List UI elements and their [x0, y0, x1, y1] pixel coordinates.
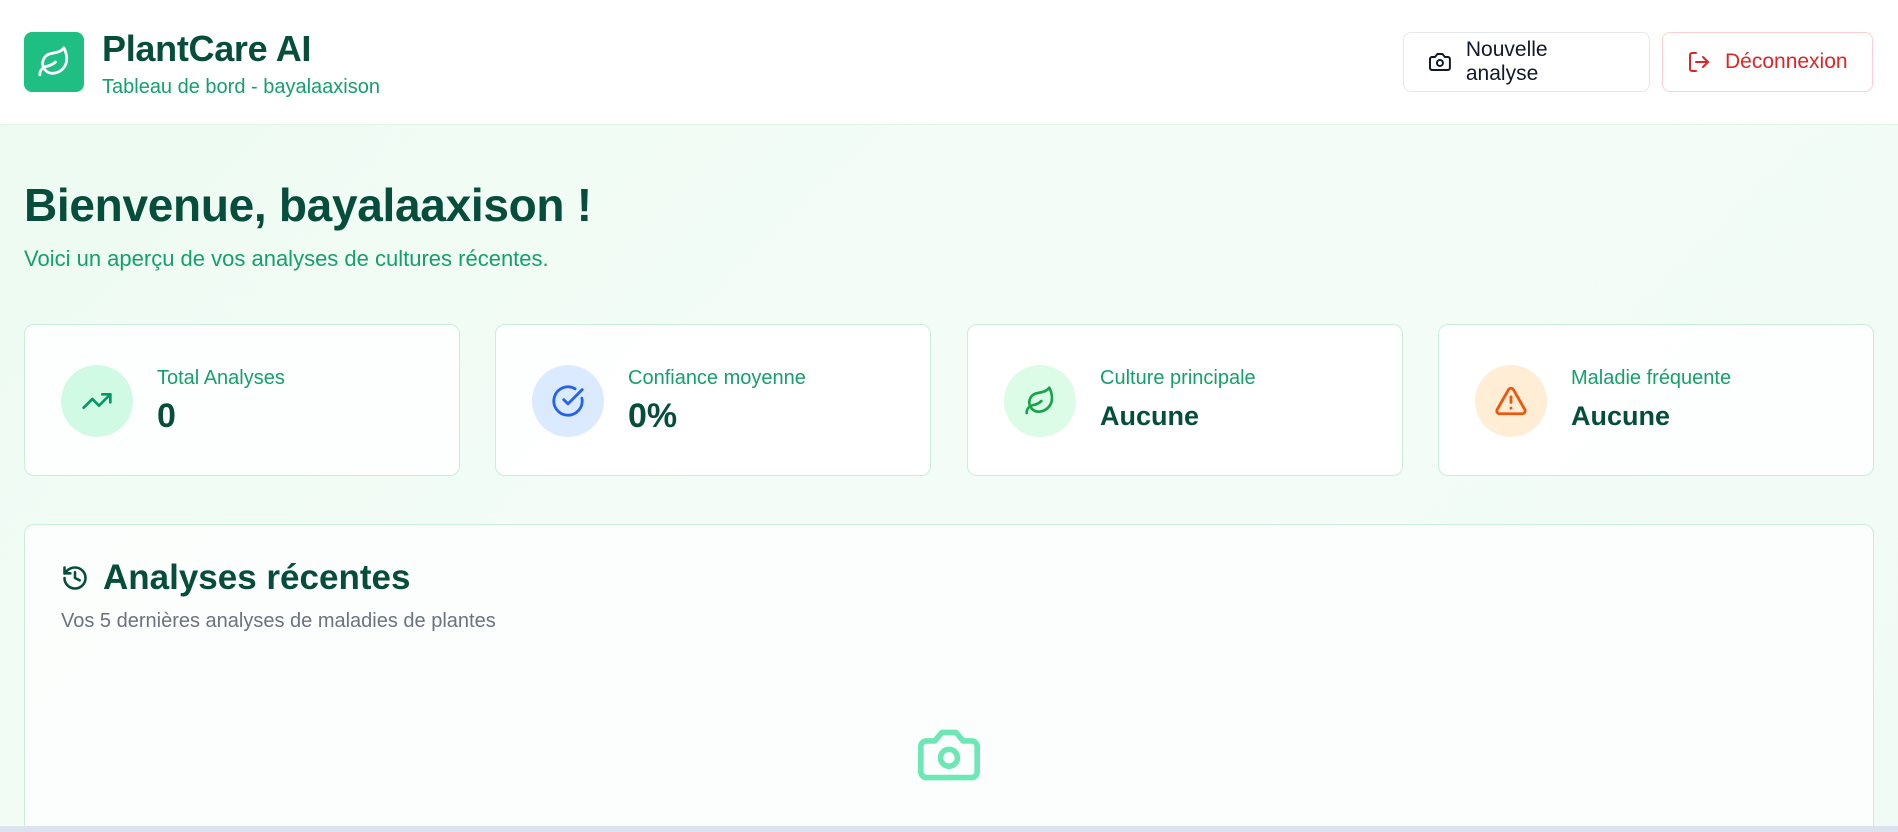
- app-logo: [24, 32, 84, 92]
- camera-icon: [1428, 53, 1451, 71]
- new-analysis-button[interactable]: Nouvelle analyse: [1403, 32, 1650, 92]
- app-title: PlantCare AI: [102, 28, 312, 69]
- stat-label: Culture principale: [1100, 367, 1256, 389]
- top-header: PlantCare AI Tableau de bord - bayalaaxi…: [0, 0, 1898, 125]
- stat-card-average-confidence: Confiance moyenne 0%: [495, 324, 931, 476]
- leaf-icon: [38, 46, 69, 77]
- history-icon: [63, 566, 87, 590]
- welcome-subtitle: Voici un aperçu de vos analyses de cultu…: [24, 246, 549, 271]
- new-analysis-label: Nouvelle analyse: [1465, 38, 1548, 85]
- stat-card-frequent-disease: Maladie fréquente Aucune: [1438, 324, 1874, 476]
- logout-icon: [1689, 52, 1709, 72]
- check-circle-icon: [552, 385, 584, 417]
- alert-triangle-icon: [1495, 386, 1527, 416]
- stat-icon-circle: [1004, 365, 1076, 437]
- stat-icon-circle: [61, 365, 133, 437]
- logout-button[interactable]: Déconnexion: [1662, 32, 1873, 92]
- recent-analyses-title: Analyses récentes: [103, 558, 411, 597]
- app-subtitle: Tableau de bord - bayalaaxison: [102, 76, 380, 98]
- stat-icon-circle: [532, 365, 604, 437]
- stat-value: Aucune: [1571, 401, 1671, 431]
- stat-label: Confiance moyenne: [628, 367, 806, 389]
- welcome-title: Bienvenue, bayalaaxison !: [24, 179, 592, 231]
- leaf-icon: [1025, 386, 1054, 415]
- stat-card-total-analyses: Total Analyses 0: [24, 324, 460, 476]
- stat-value: Aucune: [1100, 401, 1200, 431]
- trending-up-icon: [82, 393, 112, 409]
- recent-analyses-subtitle: Vos 5 dernières analyses de maladies de …: [61, 610, 496, 632]
- stat-label: Total Analyses: [157, 367, 285, 389]
- logout-label: Déconnexion: [1725, 50, 1848, 73]
- camera-icon: [917, 729, 980, 781]
- stat-value: 0%: [628, 397, 678, 435]
- stat-value: 0: [157, 397, 176, 435]
- stat-label: Maladie fréquente: [1571, 367, 1732, 389]
- stat-icon-circle: [1475, 365, 1547, 437]
- stat-card-main-crop: Culture principale Aucune: [967, 324, 1403, 476]
- window-bottom-edge: [0, 826, 1898, 832]
